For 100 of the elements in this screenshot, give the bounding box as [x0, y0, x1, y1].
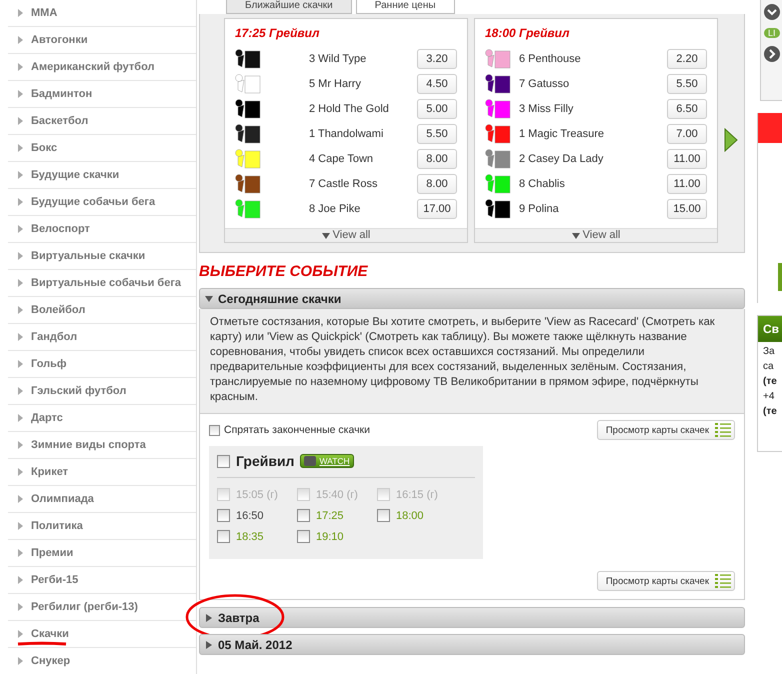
chevron-icon — [18, 279, 23, 287]
runner-name: 8 Joe Pike — [308, 202, 362, 214]
runner-name: 8 Chablis — [519, 178, 566, 190]
checkbox[interactable] — [297, 530, 310, 543]
jockey-silks-icon — [235, 198, 261, 218]
chevron-icon — [18, 198, 23, 206]
odds-button[interactable]: 2.20 — [667, 48, 707, 68]
chevron-icon — [18, 9, 23, 17]
sidebar-item[interactable]: Регбилиг (регби-13) — [8, 594, 196, 621]
sidebar-item[interactable]: Виртуальные скачки — [8, 243, 196, 270]
chevron-icon — [18, 414, 23, 422]
odds-button[interactable]: 6.50 — [667, 98, 707, 118]
chevron-icon — [18, 36, 23, 44]
checkbox[interactable] — [377, 488, 390, 501]
jockey-silks-icon — [235, 124, 261, 144]
sidebar-item[interactable]: Скачки — [8, 621, 196, 648]
sidebar-item[interactable]: Будущие собачьи бега — [8, 189, 196, 216]
sidebar-item[interactable]: Виртуальные собачьи бега — [8, 270, 196, 297]
jockey-silks-icon — [235, 174, 261, 194]
sidebar-item[interactable]: Гэльский футбол — [8, 378, 196, 405]
checkbox[interactable] — [217, 454, 230, 468]
view-racecard-button[interactable]: Просмотр карты скачек — [596, 420, 735, 440]
race-time[interactable]: 18:35 — [236, 530, 264, 542]
jockey-silks-icon — [235, 148, 261, 168]
chevron-down-icon[interactable] — [764, 4, 780, 20]
odds-button[interactable]: 5.00 — [417, 98, 457, 118]
list-icon — [715, 573, 731, 589]
odds-button[interactable]: 17.00 — [417, 198, 457, 218]
sidebar-item[interactable]: Американский футбол — [8, 54, 196, 81]
underline-mark — [16, 641, 68, 647]
odds-button[interactable]: 8.00 — [417, 174, 457, 194]
sidebar-item[interactable]: Регби-15 — [8, 567, 196, 594]
odds-button[interactable]: 11.00 — [667, 174, 707, 194]
sidebar-item[interactable]: Бокс — [8, 135, 196, 162]
odds-button[interactable]: 7.00 — [667, 124, 707, 144]
sidebar-item[interactable]: Олимпиада — [8, 486, 196, 513]
sidebar-item[interactable]: Автогонки — [8, 27, 196, 54]
runner-name: 2 Casey Da Lady — [519, 152, 604, 164]
checkbox[interactable] — [217, 530, 230, 543]
sidebar-item[interactable]: Гольф — [8, 351, 196, 378]
odds-button[interactable]: 4.50 — [417, 74, 457, 94]
jockey-silks-icon — [485, 98, 511, 118]
race-time[interactable]: 18:00 — [396, 510, 424, 522]
sidebar-item[interactable]: MMA — [8, 0, 196, 27]
sidebar-item[interactable]: Зимние виды спорта — [8, 432, 196, 459]
runner-name: 7 Castle Ross — [308, 178, 378, 190]
race-title[interactable]: 17:25 Грейвил — [225, 19, 467, 46]
jockey-silks-icon — [235, 74, 261, 94]
odds-button[interactable]: 8.00 — [417, 148, 457, 168]
tab[interactable]: Ближайшие скачки — [226, 0, 352, 14]
tab[interactable]: Ранние цены — [356, 0, 455, 14]
chevron-icon — [18, 117, 23, 125]
checkbox[interactable] — [209, 424, 220, 436]
sidebar-item[interactable]: Дартс — [8, 405, 196, 432]
view-all-link[interactable]: View all — [572, 229, 620, 242]
next-arrow-icon[interactable] — [724, 128, 738, 152]
odds-button[interactable]: 15.00 — [667, 198, 707, 218]
chevron-icon — [18, 333, 23, 341]
info-text: За — [762, 345, 776, 357]
race-time[interactable]: 19:10 — [316, 530, 344, 542]
odds-button[interactable]: 3.20 — [417, 48, 457, 68]
race-title[interactable]: 18:00 Грейвил — [475, 19, 717, 46]
jockey-silks-icon — [485, 148, 511, 168]
section-header[interactable]: Завтра — [199, 607, 745, 628]
chevron-icon — [18, 549, 23, 557]
race-time[interactable]: 16:50 — [236, 510, 264, 522]
sidebar-item[interactable]: Баскетбол — [8, 108, 196, 135]
sidebar-item[interactable]: Будущие скачки — [8, 162, 196, 189]
checkbox[interactable] — [297, 509, 310, 522]
sidebar-item[interactable]: Премии — [8, 540, 196, 567]
checkbox[interactable] — [377, 509, 390, 522]
sidebar-item[interactable]: Волейбол — [8, 297, 196, 324]
jockey-silks-icon — [235, 98, 261, 118]
section-header[interactable]: Сегодняшние скачки — [199, 288, 745, 309]
runner-name: 1 Magic Treasure — [519, 128, 605, 140]
sidebar-item[interactable]: Велоспорт — [8, 216, 196, 243]
jockey-silks-icon — [235, 48, 261, 68]
checkbox[interactable] — [217, 509, 230, 522]
checkbox[interactable] — [217, 488, 230, 501]
odds-button[interactable]: 5.50 — [417, 124, 457, 144]
section-heading: ВЫБЕРИТЕ СОБЫТИЕ — [199, 263, 369, 280]
odds-button[interactable]: 5.50 — [667, 74, 707, 94]
odds-button[interactable]: 11.00 — [667, 148, 707, 168]
sidebar-item[interactable]: Гандбол — [8, 324, 196, 351]
runner-name: 7 Gatusso — [519, 78, 570, 90]
chevron-icon — [18, 171, 23, 179]
checkbox[interactable] — [297, 488, 310, 501]
sidebar-item[interactable]: Политика — [8, 513, 196, 540]
sidebar-item[interactable]: Бадминтон — [8, 81, 196, 108]
sidebar-item[interactable]: Снукер — [8, 648, 196, 674]
chevron-right-icon[interactable] — [764, 46, 780, 62]
meeting-name[interactable]: Грейвил — [236, 453, 294, 469]
checkbox-label: Спрятать законченные скачки — [224, 424, 370, 436]
instructions-text: Отметьте состязания, которые Вы хотите смотреть, и выберите 'View as Racecard' (Смотреть как карту) или 'View as Quickpick' (Смотреть как таблицу). Вы можете также щёлкнуть название соревнования, чтобы увидеть список всех оставшихся состязаний. Мы определили предварительные коэффициенты для всех состязаний, выделенных зелёным. Состязания, транслируемые по наземному цифровому ТВ Великобритании в прямом эфире, подчёркнуты красным. — [200, 309, 744, 414]
section-header[interactable]: 05 Май. 2012 — [199, 634, 745, 655]
view-all-link[interactable]: View all — [322, 229, 370, 242]
watch-button[interactable]: WATCH — [300, 454, 354, 468]
race-time[interactable]: 17:25 — [316, 510, 344, 522]
view-racecard-button[interactable]: Просмотр карты скачек — [596, 571, 735, 591]
sidebar-item[interactable]: Крикет — [8, 459, 196, 486]
